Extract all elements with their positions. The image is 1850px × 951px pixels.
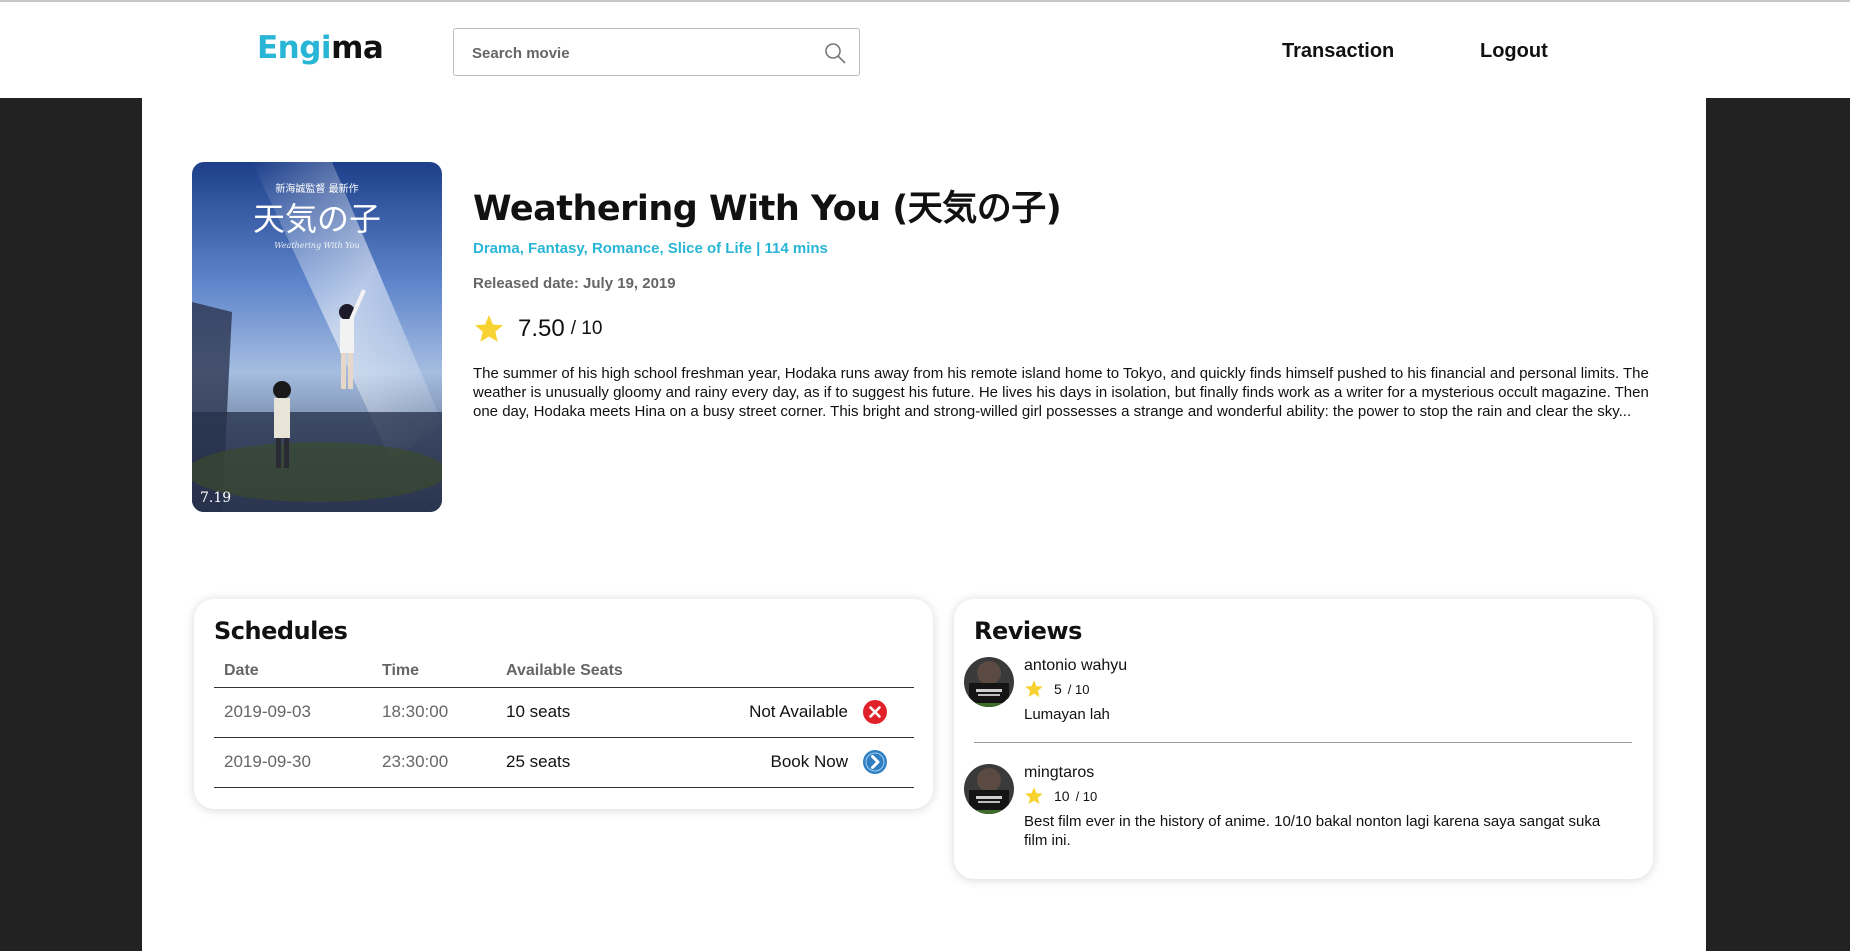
schedules-table: Date Time Available Seats 2019-09-03 18:… xyxy=(214,655,914,788)
review-score-value: 10 xyxy=(1054,788,1070,804)
schedules-heading: Schedules xyxy=(214,617,348,645)
release-date: Released date: July 19, 2019 xyxy=(473,275,676,292)
movie-genres: Drama, Fantasy, Romance, Slice of Life |… xyxy=(473,240,828,257)
poster-credit-line: 新海誠監督 最新作 xyxy=(275,182,358,195)
reviews-card: Reviews antonio wahyu 5 / 10 Lumayan lah… xyxy=(954,599,1653,879)
schedule-status: Not Available xyxy=(666,687,862,738)
poster-title-jp: 天気の子 xyxy=(253,200,381,238)
reviews-heading: Reviews xyxy=(974,617,1082,645)
main-content: 新海誠監督 最新作 天気の子 Weathering With You 7.19 … xyxy=(142,98,1706,951)
schedule-time: 18:30:00 xyxy=(372,687,496,738)
schedules-card: Schedules Date Time Available Seats 2019… xyxy=(194,599,933,809)
schedule-time: 23:30:00 xyxy=(372,737,496,788)
rating-value: 7.50 xyxy=(518,315,565,342)
logo-part-1: Engi xyxy=(257,30,332,66)
schedule-date: 2019-09-30 xyxy=(214,737,372,788)
schedule-date: 2019-09-03 xyxy=(214,687,372,738)
search-box xyxy=(453,28,860,76)
review-score-max: / 10 xyxy=(1067,681,1090,697)
unavailable-x-icon xyxy=(863,700,887,724)
engima-logo[interactable]: Engima xyxy=(257,30,384,66)
movie-poster: 新海誠監督 最新作 天気の子 Weathering With You 7.19 xyxy=(192,162,442,512)
poster-date: 7.19 xyxy=(200,490,231,506)
review-item: mingtaros 10 / 10 Best film ever in the … xyxy=(964,764,1632,864)
book-now-link[interactable]: Book Now xyxy=(666,737,862,788)
col-action xyxy=(862,655,914,688)
top-navbar: Engima Transaction Logout xyxy=(0,0,1850,98)
status-icon-cell xyxy=(862,687,914,738)
book-arrow-icon[interactable] xyxy=(862,749,888,775)
schedule-seats: 10 seats xyxy=(496,687,666,738)
avatar xyxy=(964,764,1014,814)
star-icon xyxy=(1025,680,1043,697)
rating-max: / 10 xyxy=(570,318,603,339)
schedules-header-row: Date Time Available Seats xyxy=(214,655,914,688)
status-icon-cell xyxy=(862,737,914,788)
reviewer-name: antonio wahyu xyxy=(1024,657,1128,674)
movie-synopsis: The summer of his high school freshman y… xyxy=(473,365,1649,420)
schedule-seats: 25 seats xyxy=(496,737,666,788)
table-row: 2019-09-30 23:30:00 25 seats Book Now xyxy=(214,737,914,788)
avatar xyxy=(964,657,1014,707)
review-divider xyxy=(974,742,1632,743)
star-icon xyxy=(1025,787,1043,804)
movie-rating: 7.50 / 10 xyxy=(473,311,602,347)
reviewer-name: mingtaros xyxy=(1024,764,1095,781)
col-status xyxy=(666,655,862,688)
table-row: 2019-09-03 18:30:00 10 seats Not Availab… xyxy=(214,687,914,738)
poster-title-en: Weathering With You xyxy=(274,241,359,250)
review-score-value: 5 xyxy=(1054,681,1062,697)
search-input[interactable] xyxy=(472,41,802,65)
nav-logout[interactable]: Logout xyxy=(1480,40,1548,63)
review-text: Lumayan lah xyxy=(1024,706,1110,723)
review-text: Best film ever in the history of anime. … xyxy=(1024,813,1601,849)
col-time: Time xyxy=(372,655,496,688)
review-score: 10 / 10 xyxy=(1024,786,1097,806)
star-icon xyxy=(475,315,503,342)
review-score-max: / 10 xyxy=(1075,788,1098,804)
movie-title: Weathering With You (天気の子) xyxy=(473,189,1062,229)
logo-part-2: ma xyxy=(331,30,384,66)
review-score: 5 / 10 xyxy=(1024,679,1089,699)
nav-transaction[interactable]: Transaction xyxy=(1282,40,1394,63)
search-icon[interactable] xyxy=(823,41,847,65)
col-date: Date xyxy=(214,655,372,688)
col-seats: Available Seats xyxy=(496,655,666,688)
review-item: antonio wahyu 5 / 10 Lumayan lah xyxy=(964,657,1632,737)
